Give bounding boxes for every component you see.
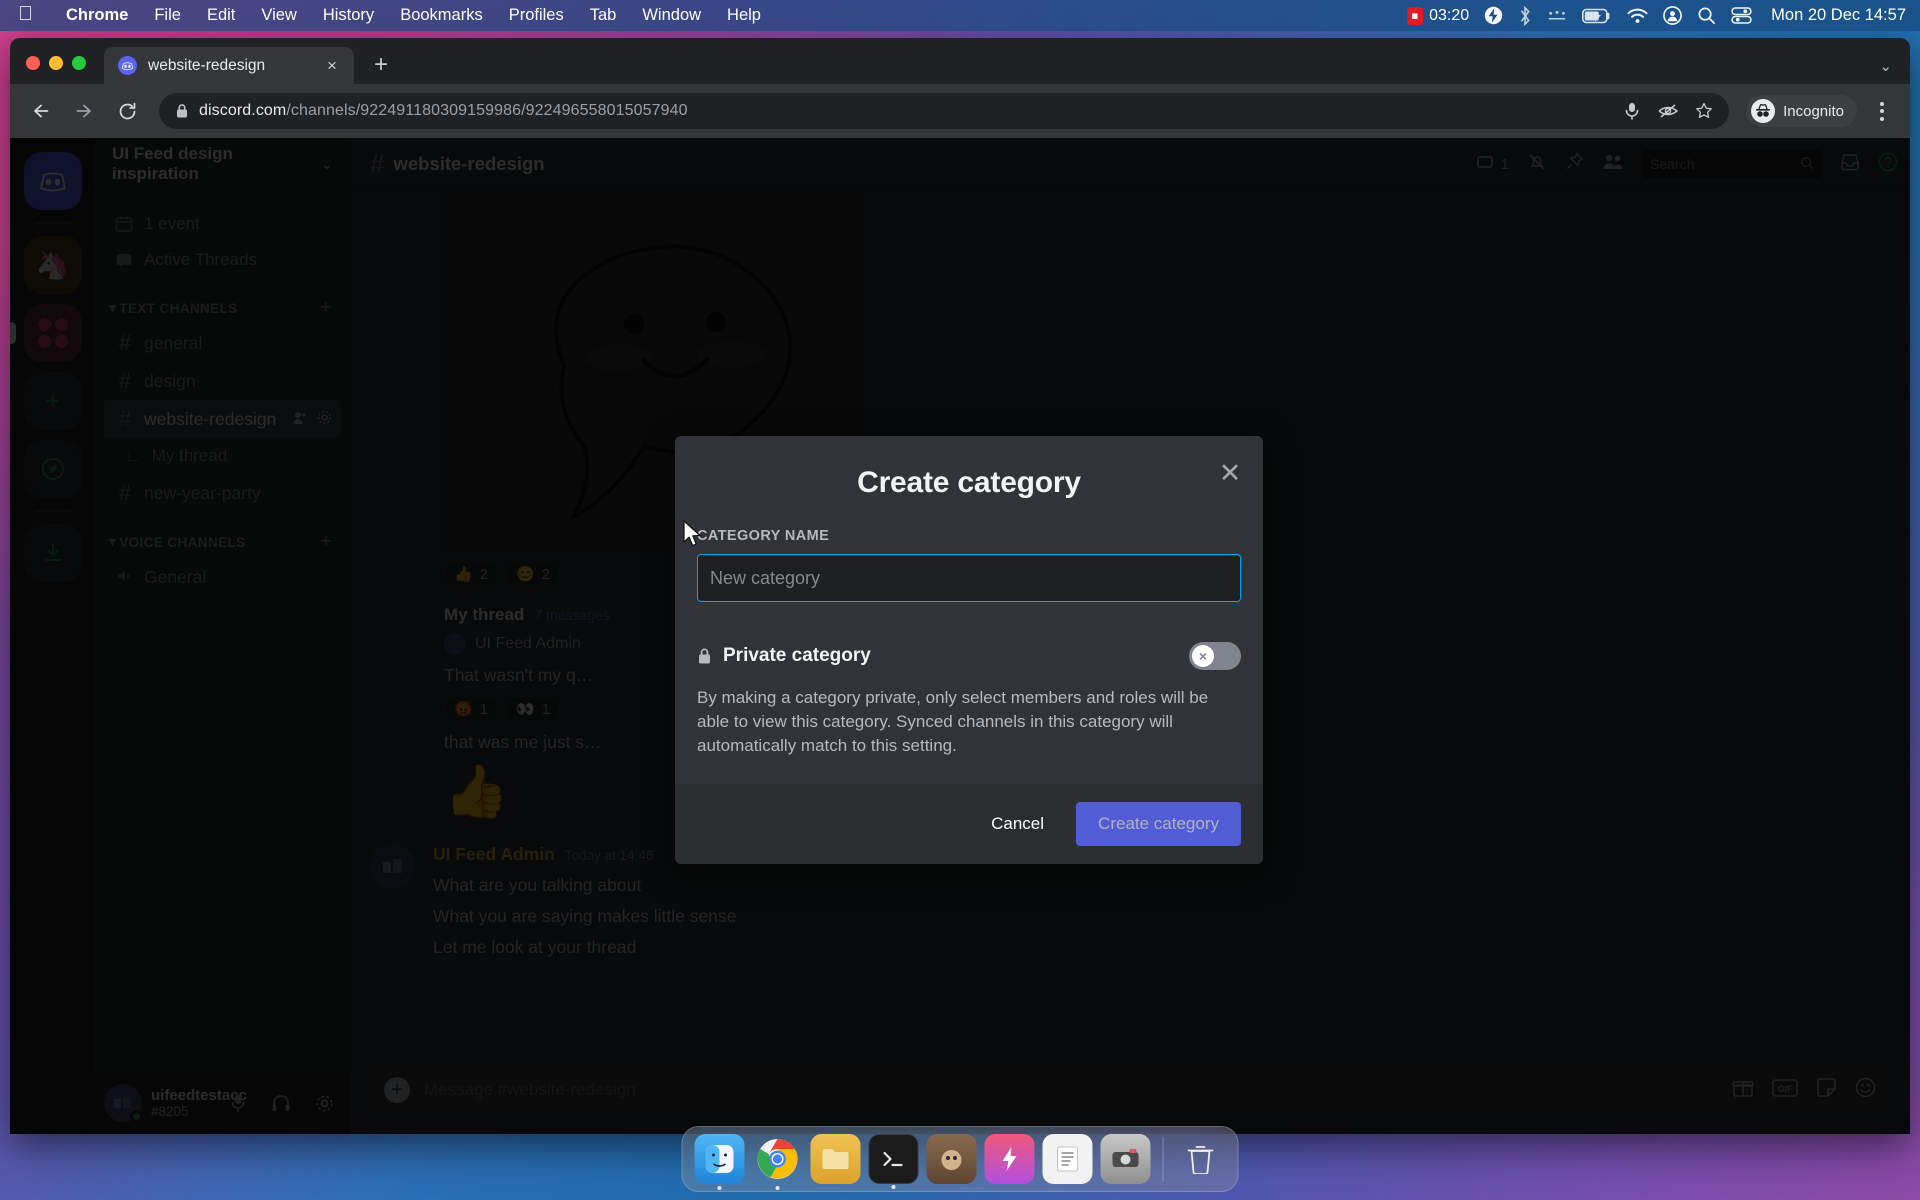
control-center-user-icon[interactable]	[1663, 6, 1683, 25]
dialog-footer: Cancel Create category	[675, 784, 1263, 865]
menubar-status-items: ⏹ 03:20 Mon 20 Dec 14:57	[1406, 5, 1906, 26]
browser-tab-website-redesign[interactable]: website-redesign ×	[104, 47, 354, 84]
terminal-icon[interactable]	[868, 1134, 919, 1189]
private-category-row: Private category ×	[697, 642, 1241, 670]
wifi-icon[interactable]	[1627, 8, 1648, 24]
cancel-button[interactable]: Cancel	[975, 804, 1060, 844]
macos-menubar:  Chrome File Edit View History Bookmark…	[0, 0, 1920, 31]
browser-toolbar: discord.com/channels/922491180309159986/…	[10, 84, 1910, 138]
menu-item-chrome[interactable]: Chrome	[53, 6, 141, 25]
menu-item-bookmarks[interactable]: Bookmarks	[387, 6, 496, 25]
category-name-label: CATEGORY NAME	[697, 528, 830, 544]
minimize-window-button[interactable]	[49, 56, 63, 70]
browser-tabstrip: website-redesign × + ⌄	[10, 38, 1910, 84]
apple-logo-icon[interactable]: 	[18, 4, 33, 24]
url-text: discord.com/channels/922491180309159986/…	[199, 102, 1609, 120]
create-category-button[interactable]: Create category	[1076, 802, 1241, 847]
menu-item-file[interactable]: File	[141, 6, 194, 25]
incognito-label: Incognito	[1783, 102, 1844, 120]
dock-divider	[1162, 1137, 1164, 1181]
back-icon[interactable]	[22, 92, 60, 130]
private-category-description: By making a category private, only selec…	[697, 688, 1209, 756]
url-path: /channels/922491180309159986/92249655801…	[286, 102, 688, 119]
maximize-window-button[interactable]	[72, 56, 86, 70]
running-indicator	[775, 1186, 780, 1190]
private-category-label: Private category	[697, 645, 871, 667]
chrome-icon[interactable]	[753, 1134, 803, 1190]
address-bar[interactable]: discord.com/channels/922491180309159986/…	[159, 93, 1730, 129]
reload-icon[interactable]	[108, 92, 146, 130]
close-window-button[interactable]	[26, 56, 40, 70]
private-category-toggle[interactable]: ×	[1189, 642, 1241, 670]
private-category-text: Private category	[723, 645, 871, 666]
close-icon[interactable]: ✕	[1215, 458, 1245, 488]
menu-item-help[interactable]: Help	[714, 6, 774, 25]
url-host: discord.com	[199, 102, 287, 119]
lock-icon[interactable]	[175, 103, 189, 119]
files-icon[interactable]	[810, 1134, 861, 1184]
gimp-icon[interactable]	[926, 1134, 977, 1184]
chevron-down-icon[interactable]: ⌄	[1879, 57, 1892, 75]
bookmark-star-icon[interactable]	[1691, 98, 1717, 124]
eye-off-icon[interactable]	[1655, 98, 1681, 124]
menu-item-profiles[interactable]: Profiles	[496, 6, 577, 25]
menubar-clock[interactable]: Mon 20 Dec 14:57	[1771, 6, 1906, 25]
finder-icon[interactable]	[694, 1134, 745, 1190]
text-editor-icon[interactable]	[1042, 1134, 1093, 1184]
incognito-icon	[1751, 99, 1776, 123]
discord-icon	[118, 56, 137, 75]
shortcuts-icon[interactable]	[984, 1134, 1035, 1184]
control-center-icon[interactable]	[1731, 7, 1752, 24]
close-icon[interactable]: ×	[321, 55, 343, 77]
menu-item-window[interactable]: Window	[629, 6, 714, 25]
search-icon[interactable]	[1697, 6, 1716, 25]
bolt-icon[interactable]	[1484, 6, 1503, 25]
chrome-browser-window: website-redesign × + ⌄ discord.com/chann…	[10, 38, 1910, 1134]
screen-record-icon[interactable]: ⏹	[1406, 6, 1424, 25]
new-tab-button[interactable]: +	[364, 48, 398, 82]
microphone-icon[interactable]	[1619, 98, 1645, 124]
tab-title: website-redesign	[148, 56, 266, 74]
menu-item-view[interactable]: View	[248, 6, 309, 25]
recording-timer: 03:20	[1429, 6, 1470, 24]
running-indicator	[891, 1185, 896, 1189]
dialog-title: Create category	[857, 466, 1081, 499]
browser-menu-button[interactable]	[1866, 92, 1898, 130]
menubar-app-menus:  Chrome File Edit View History Bookmark…	[18, 4, 774, 26]
category-name-input[interactable]	[697, 554, 1241, 602]
macos-dock	[681, 1126, 1239, 1192]
menu-item-edit[interactable]: Edit	[194, 6, 248, 25]
battery-charging-icon[interactable]	[1582, 8, 1612, 24]
window-traffic-lights[interactable]	[26, 56, 86, 84]
running-indicator	[717, 1186, 722, 1190]
bluetooth-icon[interactable]	[1518, 5, 1532, 26]
dialog-body: CATEGORY NAME Private category × By maki…	[675, 500, 1263, 784]
lock-icon	[697, 647, 712, 665]
toggle-knob: ×	[1192, 645, 1214, 667]
create-category-dialog: Create category ✕ CATEGORY NAME Private …	[675, 436, 1263, 865]
dots-icon[interactable]	[1547, 9, 1567, 23]
dialog-header: Create category ✕	[675, 436, 1263, 500]
menu-item-tab[interactable]: Tab	[577, 6, 630, 25]
trash-icon[interactable]	[1176, 1134, 1226, 1184]
menu-item-history[interactable]: History	[310, 6, 387, 25]
forward-icon[interactable]	[65, 92, 103, 130]
incognito-indicator[interactable]: Incognito	[1746, 95, 1857, 127]
screenshot-icon[interactable]	[1100, 1134, 1151, 1184]
